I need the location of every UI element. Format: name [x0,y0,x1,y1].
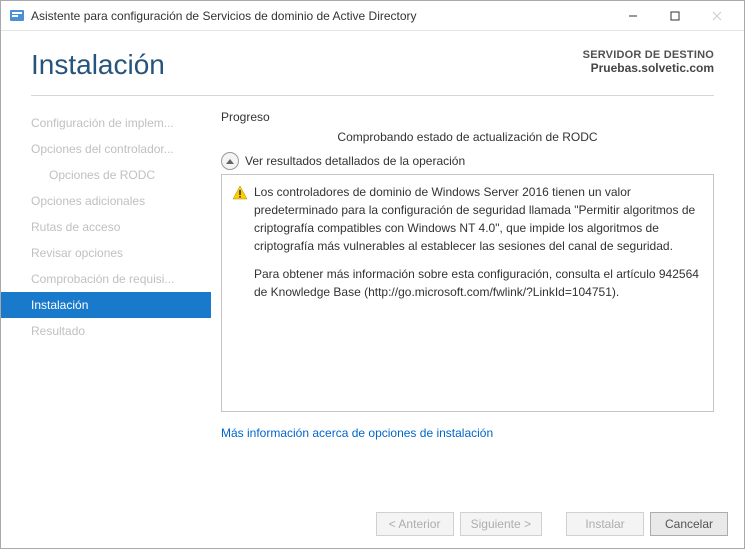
chevron-up-icon [221,152,239,170]
sidebar-item-additional-options: Opciones adicionales [1,188,211,214]
results-expander[interactable]: Ver resultados detallados de la operació… [221,152,714,170]
titlebar: Asistente para configuración de Servicio… [1,1,744,31]
sidebar-item-results: Resultado [1,318,211,344]
warning-paragraph-1: Los controladores de dominio de Windows … [254,183,703,255]
status-text: Comprobando estado de actualización de R… [221,130,714,144]
main-pane: Progreso Comprobando estado de actualiza… [211,102,744,502]
next-button: Siguiente > [460,512,542,536]
previous-button: < Anterior [376,512,454,536]
destination-label: SERVIDOR DE DESTINO [583,49,714,61]
app-icon [9,8,25,24]
sidebar: Configuración de implem... Opciones del … [1,102,211,502]
warning-text: Los controladores de dominio de Windows … [254,183,703,311]
window-title: Asistente para configuración de Servicio… [31,9,612,23]
button-bar: < Anterior Siguiente > Instalar Cancelar [1,502,744,548]
minimize-button[interactable] [612,2,654,30]
warning-row: Los controladores de dominio de Windows … [232,183,703,311]
destination-value: Pruebas.solvetic.com [583,61,714,75]
page-title: Instalación [31,49,165,81]
more-info-link[interactable]: Más información acerca de opciones de in… [221,426,714,440]
sidebar-item-review: Revisar opciones [1,240,211,266]
window-controls [612,2,738,30]
sidebar-item-paths: Rutas de acceso [1,214,211,240]
close-button [696,2,738,30]
sidebar-item-prereq-check: Comprobación de requisi... [1,266,211,292]
wizard-window: Asistente para configuración de Servicio… [0,0,745,549]
cancel-button[interactable]: Cancelar [650,512,728,536]
warning-icon [232,185,248,201]
warning-paragraph-2: Para obtener más información sobre esta … [254,265,703,301]
maximize-button[interactable] [654,2,696,30]
sidebar-item-installation[interactable]: Instalación [1,292,211,318]
install-button: Instalar [566,512,644,536]
content-area: Instalación SERVIDOR DE DESTINO Pruebas.… [1,31,744,548]
sidebar-item-controller-options: Opciones del controlador... [1,136,211,162]
sidebar-item-deployment: Configuración de implem... [1,110,211,136]
progress-label: Progreso [221,110,714,124]
header: Instalación SERVIDOR DE DESTINO Pruebas.… [1,31,744,91]
destination-info: SERVIDOR DE DESTINO Pruebas.solvetic.com [583,49,714,75]
main-area: Configuración de implem... Opciones del … [1,96,744,502]
sidebar-item-rodc-options: Opciones de RODC [1,162,211,188]
expander-label: Ver resultados detallados de la operació… [245,154,465,168]
results-box: Los controladores de dominio de Windows … [221,174,714,412]
